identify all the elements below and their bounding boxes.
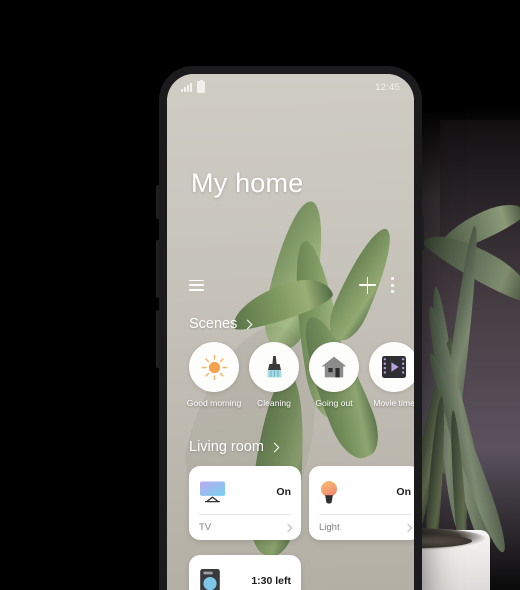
device-state: On [396, 485, 411, 498]
sun-icon [201, 354, 227, 380]
app-toolbar [189, 272, 394, 298]
scene-icon-wrap [189, 342, 239, 392]
device-card-top: On [199, 475, 291, 508]
status-bar: 12:45 [167, 74, 414, 100]
section-label-living-room: Living room [189, 439, 264, 455]
section-header-living-room[interactable]: Living room [189, 439, 280, 455]
battery-icon [197, 79, 205, 93]
scene-label: Going out [315, 398, 353, 408]
device-name: Light [319, 522, 340, 533]
status-bar-clock: 12:45 [375, 81, 400, 93]
phone-device: 12:45 My home Scenes Good morning Cleani… [159, 66, 422, 590]
chevron-right-icon [242, 319, 253, 329]
kebab-menu-icon[interactable] [390, 277, 394, 293]
page-title: My home [191, 168, 304, 198]
chevron-right-icon[interactable] [403, 523, 413, 532]
scene-label: Good morning [186, 398, 242, 408]
scene-icon-wrap [249, 342, 299, 392]
device-name: TV [199, 522, 212, 533]
device-card-light[interactable]: On Light [309, 466, 414, 540]
phone-screen: 12:45 My home Scenes Good morning Cleani… [167, 74, 414, 590]
device-card-top: On [319, 475, 411, 508]
scene-label: Cleaning [257, 398, 291, 408]
scene-item-cleaning[interactable]: Cleaning [249, 342, 299, 409]
device-card-bottom: TV [199, 515, 293, 540]
tv-icon [200, 481, 225, 503]
scene-item-good-morning[interactable]: Good morning [186, 342, 242, 409]
section-header-scenes[interactable]: Scenes [189, 316, 253, 332]
toolbar-right-group [359, 276, 394, 294]
device-state: On [276, 485, 291, 498]
section-label-scenes: Scenes [189, 316, 238, 332]
device-card-washer[interactable]: 1:30 left Washer [189, 555, 301, 590]
broom-icon [267, 355, 281, 377]
scene-icon-wrap [309, 342, 359, 392]
plus-icon[interactable] [359, 276, 376, 294]
scene-item-going-out[interactable]: Going out [309, 342, 359, 409]
chevron-right-icon [269, 442, 280, 452]
status-bar-left [181, 79, 205, 93]
house-icon [321, 356, 347, 378]
lightbulb-icon [321, 480, 337, 504]
scenes-list: Good morning Cleaning Going out Movie ti… [186, 342, 414, 409]
chevron-right-icon[interactable] [283, 523, 293, 532]
screenshot-root: 12:45 My home Scenes Good morning Cleani… [0, 0, 520, 590]
hamburger-menu-icon[interactable] [189, 279, 204, 291]
signal-bars-icon [181, 82, 192, 92]
device-card-tv[interactable]: On TV [189, 466, 301, 540]
washing-machine-icon [200, 568, 220, 590]
device-card-list: On TV On Light 1:30 left [189, 466, 414, 590]
scene-label: Movie time [373, 398, 414, 408]
scene-item-movie-time[interactable]: Movie time [369, 342, 414, 409]
film-play-icon [382, 356, 406, 378]
device-state: 1:30 left [251, 574, 291, 587]
scene-icon-wrap [369, 342, 414, 392]
device-card-bottom: Light [319, 515, 413, 540]
device-card-top: 1:30 left [199, 564, 291, 590]
